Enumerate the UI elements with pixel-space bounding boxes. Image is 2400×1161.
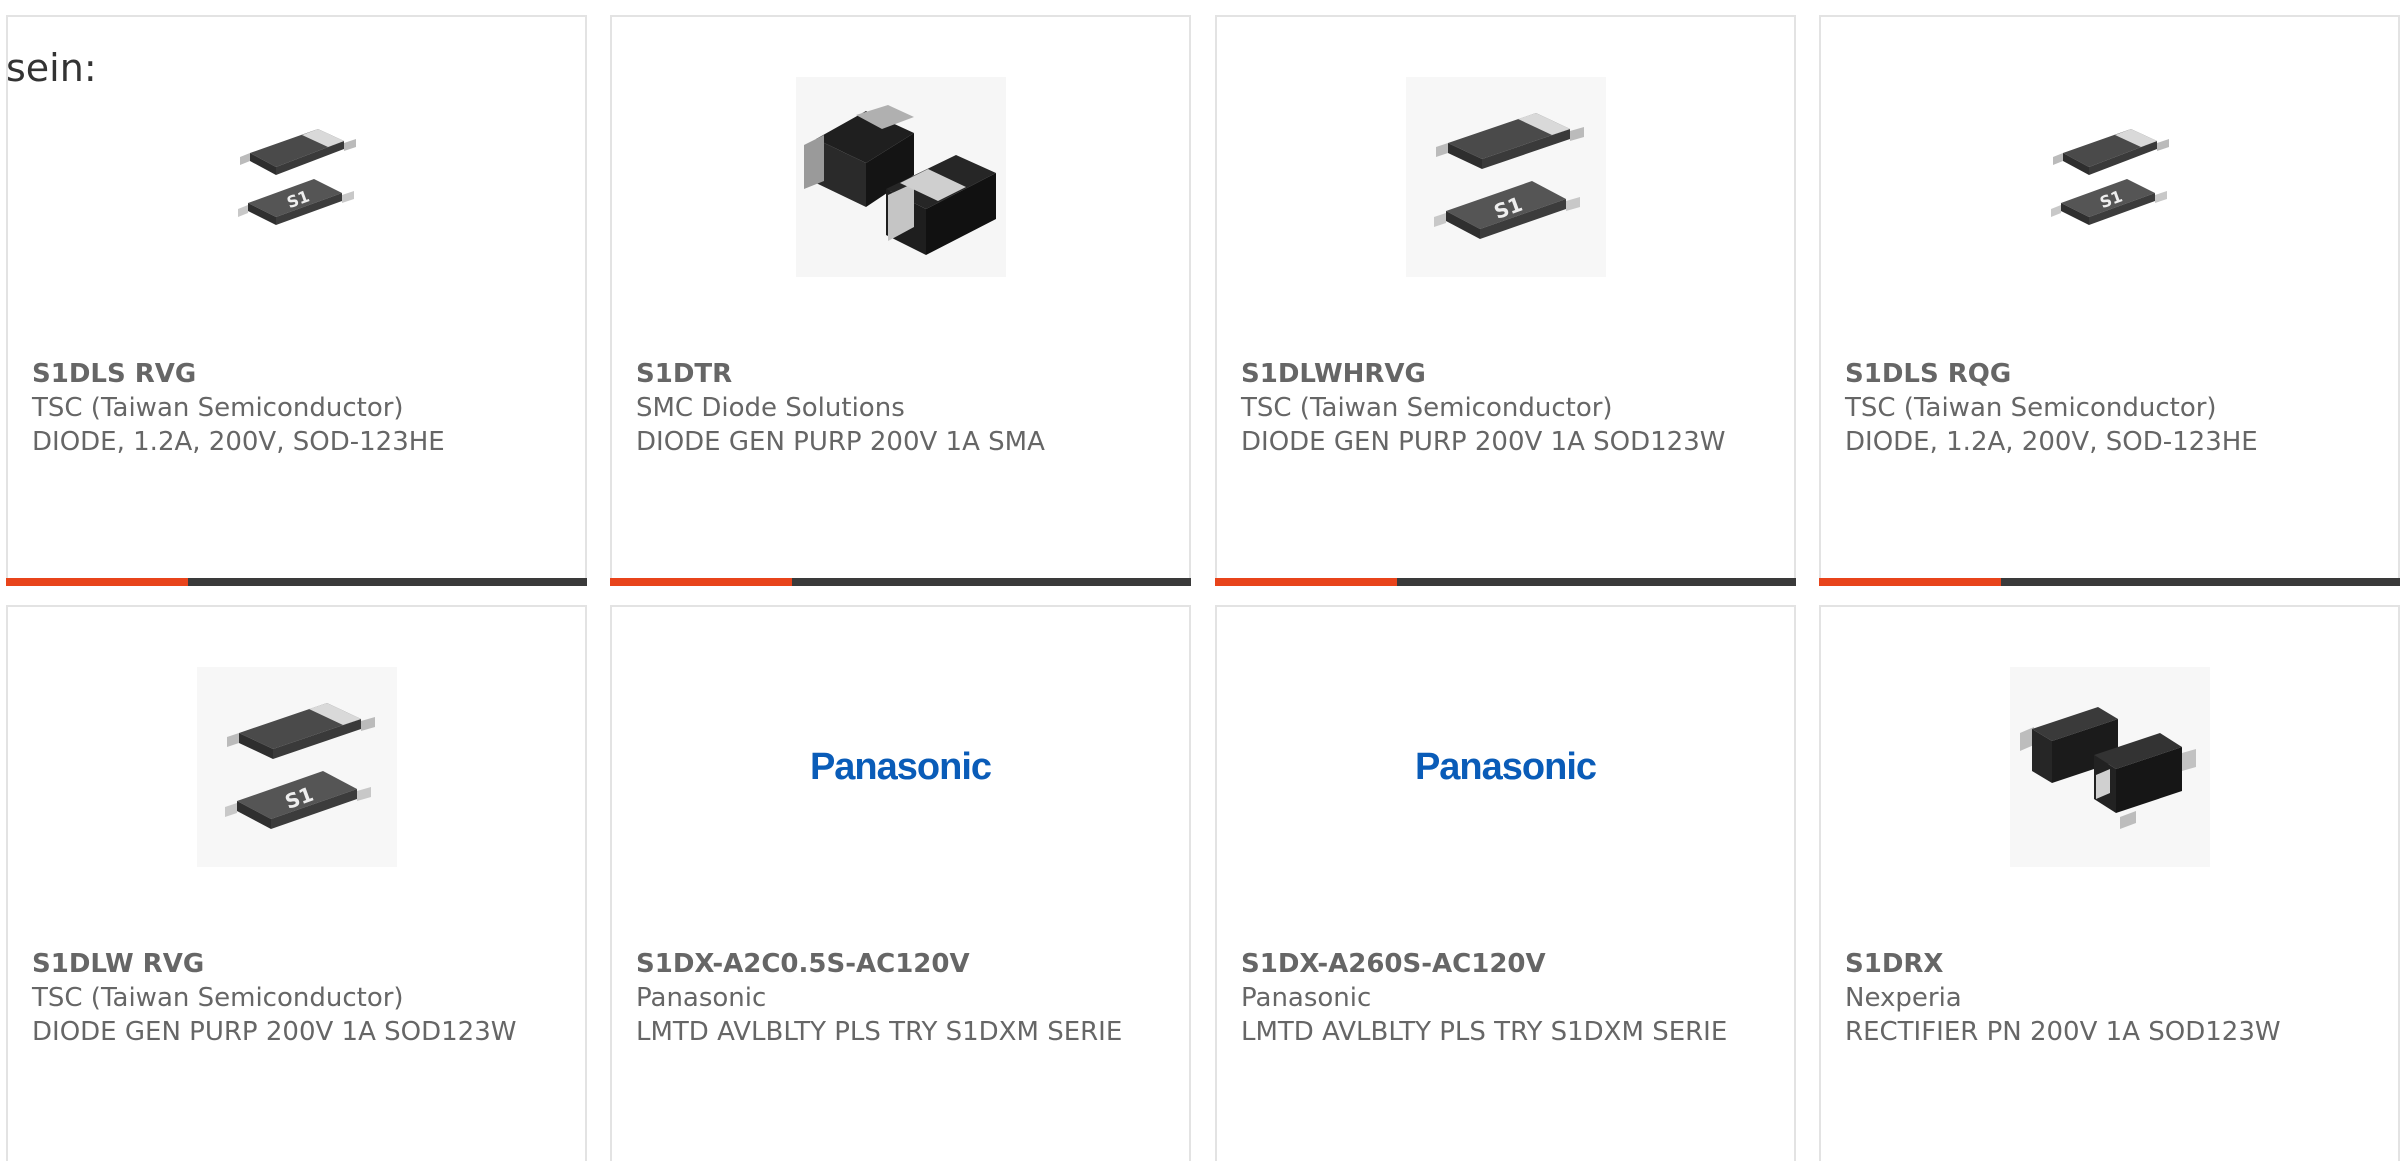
description: LMTD AVLBLTY PLS TRY S1DXM SERIE	[1241, 1017, 1728, 1047]
manufacturer: TSC (Taiwan Semiconductor)	[1845, 393, 2217, 423]
card-accent	[610, 578, 792, 586]
product-card[interactable]: Panasonic S1DX-A2C0.5S-AC120V Panasonic …	[610, 605, 1191, 1161]
part-number[interactable]: S1DX-A2C0.5S-AC120V	[636, 947, 1165, 981]
card-bottom-bar	[1819, 578, 2400, 586]
product-image: Panasonic	[1217, 667, 1794, 867]
product-image	[612, 77, 1189, 277]
panasonic-logo: Panasonic	[809, 745, 992, 788]
product-info: S1DRX Nexperia RECTIFIER PN 200V 1A SOD1…	[1845, 947, 2374, 1049]
description: DIODE GEN PURP 200V 1A SOD123W	[32, 1017, 517, 1047]
card-bottom-bar	[1215, 578, 1796, 586]
product-image: Panasonic	[612, 667, 1189, 867]
manufacturer: TSC (Taiwan Semiconductor)	[32, 393, 404, 423]
intro-text: sein:	[6, 46, 97, 90]
description: DIODE, 1.2A, 200V, SOD-123HE	[1845, 427, 2258, 457]
product-card[interactable]: S1 S1DLS RQG TSC (Taiwan Semiconductor) …	[1819, 15, 2400, 586]
product-card[interactable]: S1 S1DLWHRVG TSC (Taiwan Semiconductor) …	[1215, 15, 1796, 586]
sod123-diode-icon: S1	[1405, 77, 1606, 277]
product-info: S1DX-A260S-AC120V Panasonic LMTD AVLBLTY…	[1241, 947, 1770, 1049]
product-image	[1821, 667, 2398, 867]
manufacturer: Nexperia	[1845, 983, 1962, 1013]
part-number[interactable]: S1DLS RQG	[1845, 357, 2374, 391]
part-number[interactable]: S1DLS RVG	[32, 357, 561, 391]
manufacturer: Panasonic	[1241, 983, 1372, 1013]
product-image: S1	[1217, 77, 1794, 277]
part-number[interactable]: S1DLW RVG	[32, 947, 561, 981]
manufacturer: SMC Diode Solutions	[636, 393, 905, 423]
product-card[interactable]: S1DTR SMC Diode Solutions DIODE GEN PURP…	[610, 15, 1191, 586]
description: DIODE GEN PURP 200V 1A SMA	[636, 427, 1045, 457]
description: DIODE GEN PURP 200V 1A SOD123W	[1241, 427, 1726, 457]
manufacturer: TSC (Taiwan Semiconductor)	[32, 983, 404, 1013]
card-accent	[1215, 578, 1397, 586]
product-card[interactable]: Panasonic S1DX-A260S-AC120V Panasonic LM…	[1215, 605, 1796, 1161]
part-number[interactable]: S1DLWHRVG	[1241, 357, 1770, 391]
panasonic-logo: Panasonic	[1414, 745, 1597, 788]
product-info: S1DX-A2C0.5S-AC120V Panasonic LMTD AVLBL…	[636, 947, 1165, 1049]
manufacturer: TSC (Taiwan Semiconductor)	[1241, 393, 1613, 423]
product-image: S1	[8, 77, 585, 277]
description: DIODE, 1.2A, 200V, SOD-123HE	[32, 427, 445, 457]
sod123-diode-icon: S1	[2045, 117, 2175, 237]
product-image: S1	[1821, 77, 2398, 277]
product-card[interactable]: S1 S1DLW RVG TSC (Taiwan Semiconductor) …	[6, 605, 587, 1161]
product-info: S1DLW RVG TSC (Taiwan Semiconductor) DIO…	[32, 947, 561, 1049]
part-number[interactable]: S1DX-A260S-AC120V	[1241, 947, 1770, 981]
part-number[interactable]: S1DRX	[1845, 947, 2374, 981]
description: LMTD AVLBLTY PLS TRY S1DXM SERIE	[636, 1017, 1123, 1047]
product-info: S1DTR SMC Diode Solutions DIODE GEN PURP…	[636, 357, 1165, 459]
product-info: S1DLS RQG TSC (Taiwan Semiconductor) DIO…	[1845, 357, 2374, 459]
card-accent	[6, 578, 188, 586]
manufacturer: Panasonic	[636, 983, 767, 1013]
product-info: S1DLWHRVG TSC (Taiwan Semiconductor) DIO…	[1241, 357, 1770, 459]
card-bottom-bar	[610, 578, 1191, 586]
sma-diode-icon	[795, 77, 1006, 277]
sod123-diode-icon: S1	[196, 667, 397, 867]
product-grid-page: sein: S1 S1DLS RVG TSC (Taiwan Semicondu…	[0, 0, 2400, 1161]
sod123-diode-icon: S1	[232, 117, 362, 237]
description: RECTIFIER PN 200V 1A SOD123W	[1845, 1017, 2281, 1047]
product-info: S1DLS RVG TSC (Taiwan Semiconductor) DIO…	[32, 357, 561, 459]
product-image: S1	[8, 667, 585, 867]
part-number[interactable]: S1DTR	[636, 357, 1165, 391]
product-card[interactable]: S1DRX Nexperia RECTIFIER PN 200V 1A SOD1…	[1819, 605, 2400, 1161]
product-card[interactable]: S1 S1DLS RVG TSC (Taiwan Semiconductor) …	[6, 15, 587, 586]
sod123w-diode-icon	[2009, 667, 2210, 867]
card-bottom-bar	[6, 578, 587, 586]
card-accent	[1819, 578, 2001, 586]
